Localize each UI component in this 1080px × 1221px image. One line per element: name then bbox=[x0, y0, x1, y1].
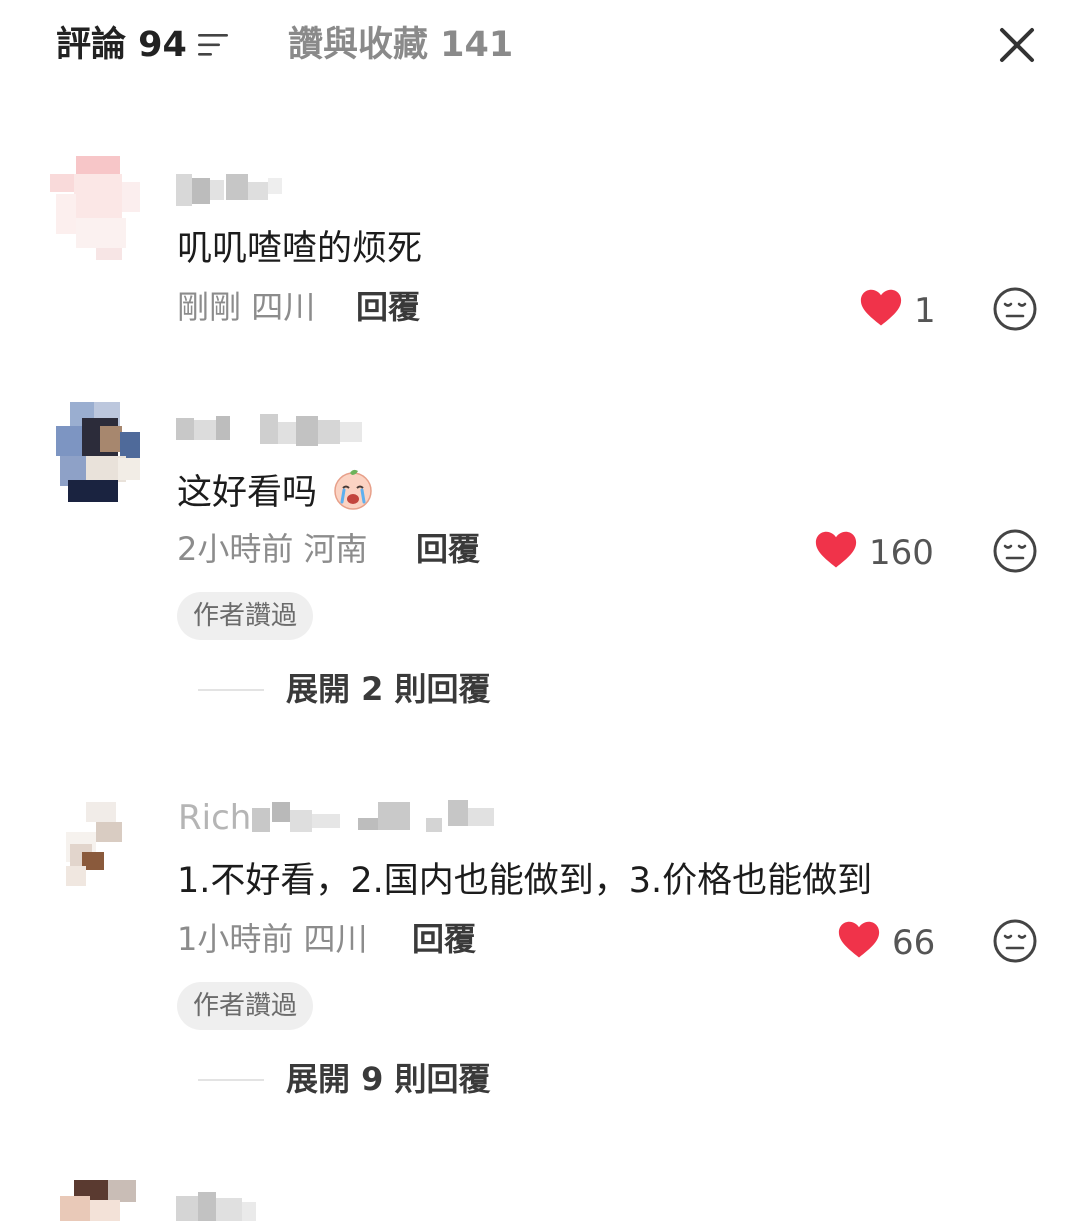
comment-time: 1小時前 bbox=[177, 920, 294, 958]
dislike-face-icon[interactable] bbox=[992, 918, 1038, 964]
username-pixelated[interactable] bbox=[176, 408, 536, 448]
expand-replies-label: 展開 2 則回覆 bbox=[286, 670, 491, 708]
heart-icon bbox=[838, 921, 880, 958]
divider bbox=[198, 689, 264, 691]
reply-button[interactable]: 回覆 bbox=[416, 526, 480, 572]
like-button[interactable]: 1 bbox=[860, 288, 950, 334]
expand-replies-label: 展開 9 則回覆 bbox=[286, 1060, 491, 1098]
username-text: Rich bbox=[178, 798, 252, 838]
avatar[interactable] bbox=[46, 786, 142, 894]
username[interactable]: Rich bbox=[176, 798, 536, 838]
like-count: 1 bbox=[914, 291, 936, 331]
expand-replies-button[interactable]: 展開 9 則回覆 bbox=[198, 1056, 598, 1102]
comment-text: 叽叽喳喳的烦死 bbox=[177, 229, 423, 269]
comment-meta: 剛剛 四川 bbox=[177, 284, 315, 330]
comment-meta: 1小時前 四川 bbox=[177, 916, 368, 962]
like-count: 160 bbox=[869, 533, 934, 573]
sort-icon[interactable] bbox=[198, 33, 232, 57]
comment-time: 2小時前 bbox=[177, 530, 294, 568]
comment-location: 四川 bbox=[251, 288, 316, 326]
divider bbox=[198, 1079, 264, 1081]
comment-text: 1.不好看，2.国内也能做到，3.价格也能做到 bbox=[177, 861, 873, 901]
comment-location: 河南 bbox=[303, 530, 368, 568]
avatar[interactable] bbox=[46, 154, 142, 262]
dislike-face-icon[interactable] bbox=[992, 528, 1038, 574]
comment-location: 四川 bbox=[303, 920, 368, 958]
avatar[interactable] bbox=[50, 396, 142, 504]
reply-button[interactable]: 回覆 bbox=[356, 284, 420, 330]
reply-button[interactable]: 回覆 bbox=[412, 916, 476, 962]
close-icon[interactable] bbox=[994, 22, 1040, 68]
dislike-face-icon[interactable] bbox=[992, 286, 1038, 332]
like-button[interactable]: 66 bbox=[838, 920, 958, 966]
heart-icon bbox=[815, 531, 857, 568]
heart-icon bbox=[860, 289, 902, 326]
author-liked-badge: 作者讚過 bbox=[177, 982, 314, 1030]
comment-text: 这好看吗 bbox=[177, 466, 376, 518]
author-liked-badge: 作者讚過 bbox=[177, 592, 314, 640]
crying-face-emoji-icon bbox=[334, 469, 372, 510]
comment-text-content: 这好看吗 bbox=[177, 473, 318, 513]
username-pixelated[interactable] bbox=[176, 1188, 536, 1221]
username-pixelated bbox=[252, 800, 494, 832]
like-count: 66 bbox=[892, 923, 936, 963]
comments-panel: 評論 94 讚與收藏 141 叽叽喳喳的烦死 剛剛 四川 回覆 1 这好看吗 2… bbox=[0, 0, 1080, 1221]
avatar[interactable] bbox=[46, 1174, 142, 1221]
tab-comments[interactable]: 評論 94 bbox=[56, 20, 187, 70]
like-button[interactable]: 160 bbox=[815, 530, 955, 576]
comment-time: 剛剛 bbox=[177, 288, 242, 326]
comment-meta: 2小時前 河南 bbox=[177, 526, 368, 572]
expand-replies-button[interactable]: 展開 2 則回覆 bbox=[198, 666, 598, 712]
tab-likes-and-saves[interactable]: 讚與收藏 141 bbox=[288, 20, 513, 70]
username-pixelated[interactable] bbox=[176, 168, 536, 208]
